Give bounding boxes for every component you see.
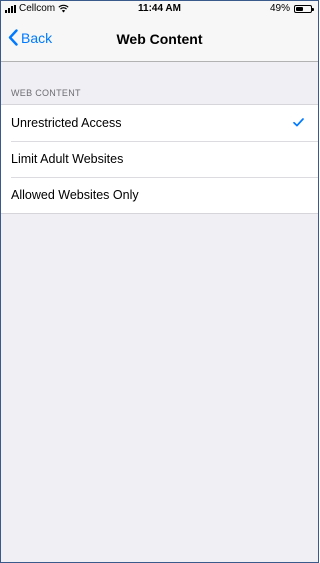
battery-fill [296,6,303,11]
option-allowed-websites-only[interactable]: Allowed Websites Only [1,177,318,213]
option-unrestricted-access[interactable]: Unrestricted Access [1,105,318,141]
status-bar-right: 49% [269,3,314,14]
options-list: Unrestricted Access Limit Adult Websites… [1,104,318,214]
phone-screen: Cellcom 11:44 AM 49% Back Web Content WE… [0,0,319,563]
option-label: Allowed Websites Only [11,188,139,202]
battery-icon [294,4,314,13]
page-title: Web Content [116,31,203,47]
navigation-bar: Back Web Content [1,17,318,62]
option-label: Limit Adult Websites [11,152,124,166]
option-limit-adult-websites[interactable]: Limit Adult Websites [1,141,318,177]
section-header: WEB CONTENT [11,88,81,98]
battery-percent: 49% [269,3,290,14]
status-bar: Cellcom 11:44 AM 49% [1,1,318,17]
option-label: Unrestricted Access [11,116,122,130]
checkmark-icon [293,118,304,127]
